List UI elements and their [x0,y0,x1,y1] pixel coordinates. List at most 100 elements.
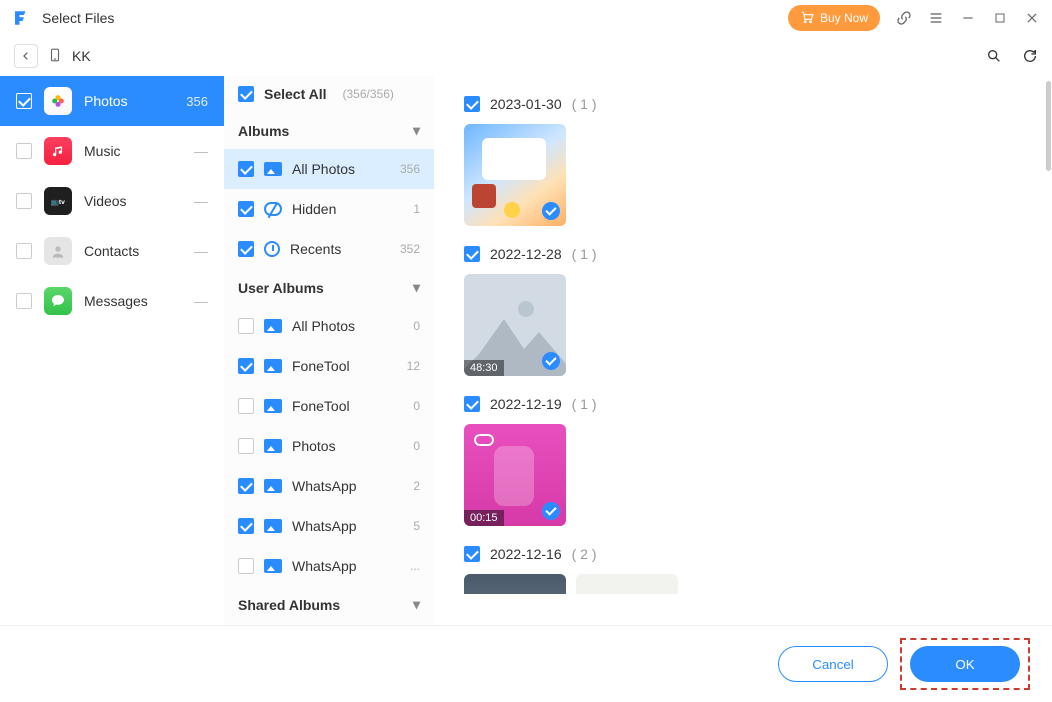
search-icon[interactable] [986,48,1002,64]
album-checkbox[interactable] [238,241,254,257]
clock-icon [264,241,280,257]
date-group-header[interactable]: 2022-12-28 ( 1 ) [464,246,1022,262]
user-album-fonetool[interactable]: FoneTool 12 [224,346,434,386]
chevron-down-icon[interactable]: ▾ [413,122,420,139]
toolbar-right [986,48,1038,64]
chevron-down-icon[interactable]: ▾ [413,279,420,296]
album-all-photos[interactable]: All Photos 356 [224,149,434,189]
picture-icon [264,519,282,533]
category-contacts-checkbox[interactable] [16,243,32,259]
thumb-row: 48:30 [464,274,1022,376]
contacts-app-icon [44,237,72,265]
chevron-down-icon[interactable]: ▾ [413,596,420,613]
select-all-checkbox[interactable] [238,86,254,102]
category-videos[interactable]: 📺tv Videos — [0,176,224,226]
album-label: All Photos [292,161,355,177]
user-album-whatsapp-2[interactable]: WhatsApp 5 [224,506,434,546]
category-contacts[interactable]: Contacts — [0,226,224,276]
user-album-photos[interactable]: Photos 0 [224,426,434,466]
thumb-row [464,574,1022,594]
minimize-icon[interactable] [960,10,976,26]
category-empty: — [194,143,208,159]
date-group-checkbox[interactable] [464,96,480,112]
close-icon[interactable] [1024,10,1040,26]
picture-icon [264,319,282,333]
user-album-whatsapp[interactable]: WhatsApp 2 [224,466,434,506]
photo-thumbnail[interactable] [464,124,566,226]
category-photos-checkbox[interactable] [16,93,32,109]
video-thumbnail[interactable]: 00:15 [464,424,566,526]
albums-section-header[interactable]: Albums ▾ [224,112,434,149]
select-all-row[interactable]: Select All (356/356) [224,76,434,112]
album-count: 2 [413,479,420,493]
user-albums-section-header[interactable]: User Albums ▾ [224,269,434,306]
thumb-row [464,124,1022,226]
breadcrumb-device: KK [72,48,91,64]
menu-icon[interactable] [928,10,944,26]
album-hidden[interactable]: Hidden 1 [224,189,434,229]
date-count: ( 1 ) [572,246,597,262]
date-group-header[interactable]: 2022-12-16 ( 2 ) [464,546,1022,562]
date-group-checkbox[interactable] [464,546,480,562]
photo-thumbnail[interactable] [576,574,678,594]
album-count: 1 [413,202,420,216]
date-label: 2022-12-19 [490,396,562,412]
user-album-all-photos[interactable]: All Photos 0 [224,306,434,346]
ok-button[interactable]: OK [910,646,1020,682]
category-music-checkbox[interactable] [16,143,32,159]
back-button[interactable] [14,44,38,68]
album-label: Hidden [292,201,336,217]
date-group-header[interactable]: 2022-12-19 ( 1 ) [464,396,1022,412]
user-albums-header-label: User Albums [238,280,324,296]
scrollbar[interactable] [1046,81,1051,171]
buy-now-button[interactable]: Buy Now [788,5,880,31]
album-checkbox[interactable] [238,558,254,574]
hidden-icon [264,202,282,216]
selected-badge [542,352,560,370]
video-thumbnail[interactable]: 48:30 [464,274,566,376]
cancel-button[interactable]: Cancel [778,646,888,682]
category-empty: — [194,193,208,209]
category-label: Photos [84,93,128,109]
date-group-header[interactable]: 2023-01-30 ( 1 ) [464,96,1022,112]
category-photos[interactable]: Photos 356 [0,76,224,126]
album-checkbox[interactable] [238,318,254,334]
date-label: 2022-12-28 [490,246,562,262]
photo-thumbnail[interactable] [464,574,566,594]
album-checkbox[interactable] [238,438,254,454]
album-checkbox[interactable] [238,201,254,217]
picture-icon [264,162,282,176]
messages-app-icon [44,287,72,315]
album-label: WhatsApp [292,518,357,534]
footer: Cancel OK [0,625,1052,702]
maximize-icon[interactable] [992,10,1008,26]
album-label: FoneTool [292,358,350,374]
album-checkbox[interactable] [238,358,254,374]
select-all-count: (356/356) [343,87,394,101]
date-group-checkbox[interactable] [464,396,480,412]
album-checkbox[interactable] [238,398,254,414]
shared-albums-section-header[interactable]: Shared Albums ▾ [224,586,434,623]
titlebar-controls: Buy Now [788,5,1040,31]
category-messages[interactable]: Messages — [0,276,224,326]
category-music[interactable]: Music — [0,126,224,176]
album-count: 12 [407,359,420,373]
shared-albums-header-label: Shared Albums [238,597,340,613]
date-group-checkbox[interactable] [464,246,480,262]
picture-icon [264,359,282,373]
select-all-label: Select All [264,86,327,102]
window-title: Select Files [42,10,114,26]
category-label: Contacts [84,243,139,259]
date-count: ( 1 ) [572,96,597,112]
album-checkbox[interactable] [238,478,254,494]
album-checkbox[interactable] [238,518,254,534]
user-album-whatsapp-3[interactable]: WhatsApp ... [224,546,434,586]
link-icon[interactable] [896,10,912,26]
refresh-icon[interactable] [1022,48,1038,64]
album-checkbox[interactable] [238,161,254,177]
user-album-fonetool-2[interactable]: FoneTool 0 [224,386,434,426]
category-videos-checkbox[interactable] [16,193,32,209]
category-messages-checkbox[interactable] [16,293,32,309]
device-icon [48,46,62,67]
album-recents[interactable]: Recents 352 [224,229,434,269]
